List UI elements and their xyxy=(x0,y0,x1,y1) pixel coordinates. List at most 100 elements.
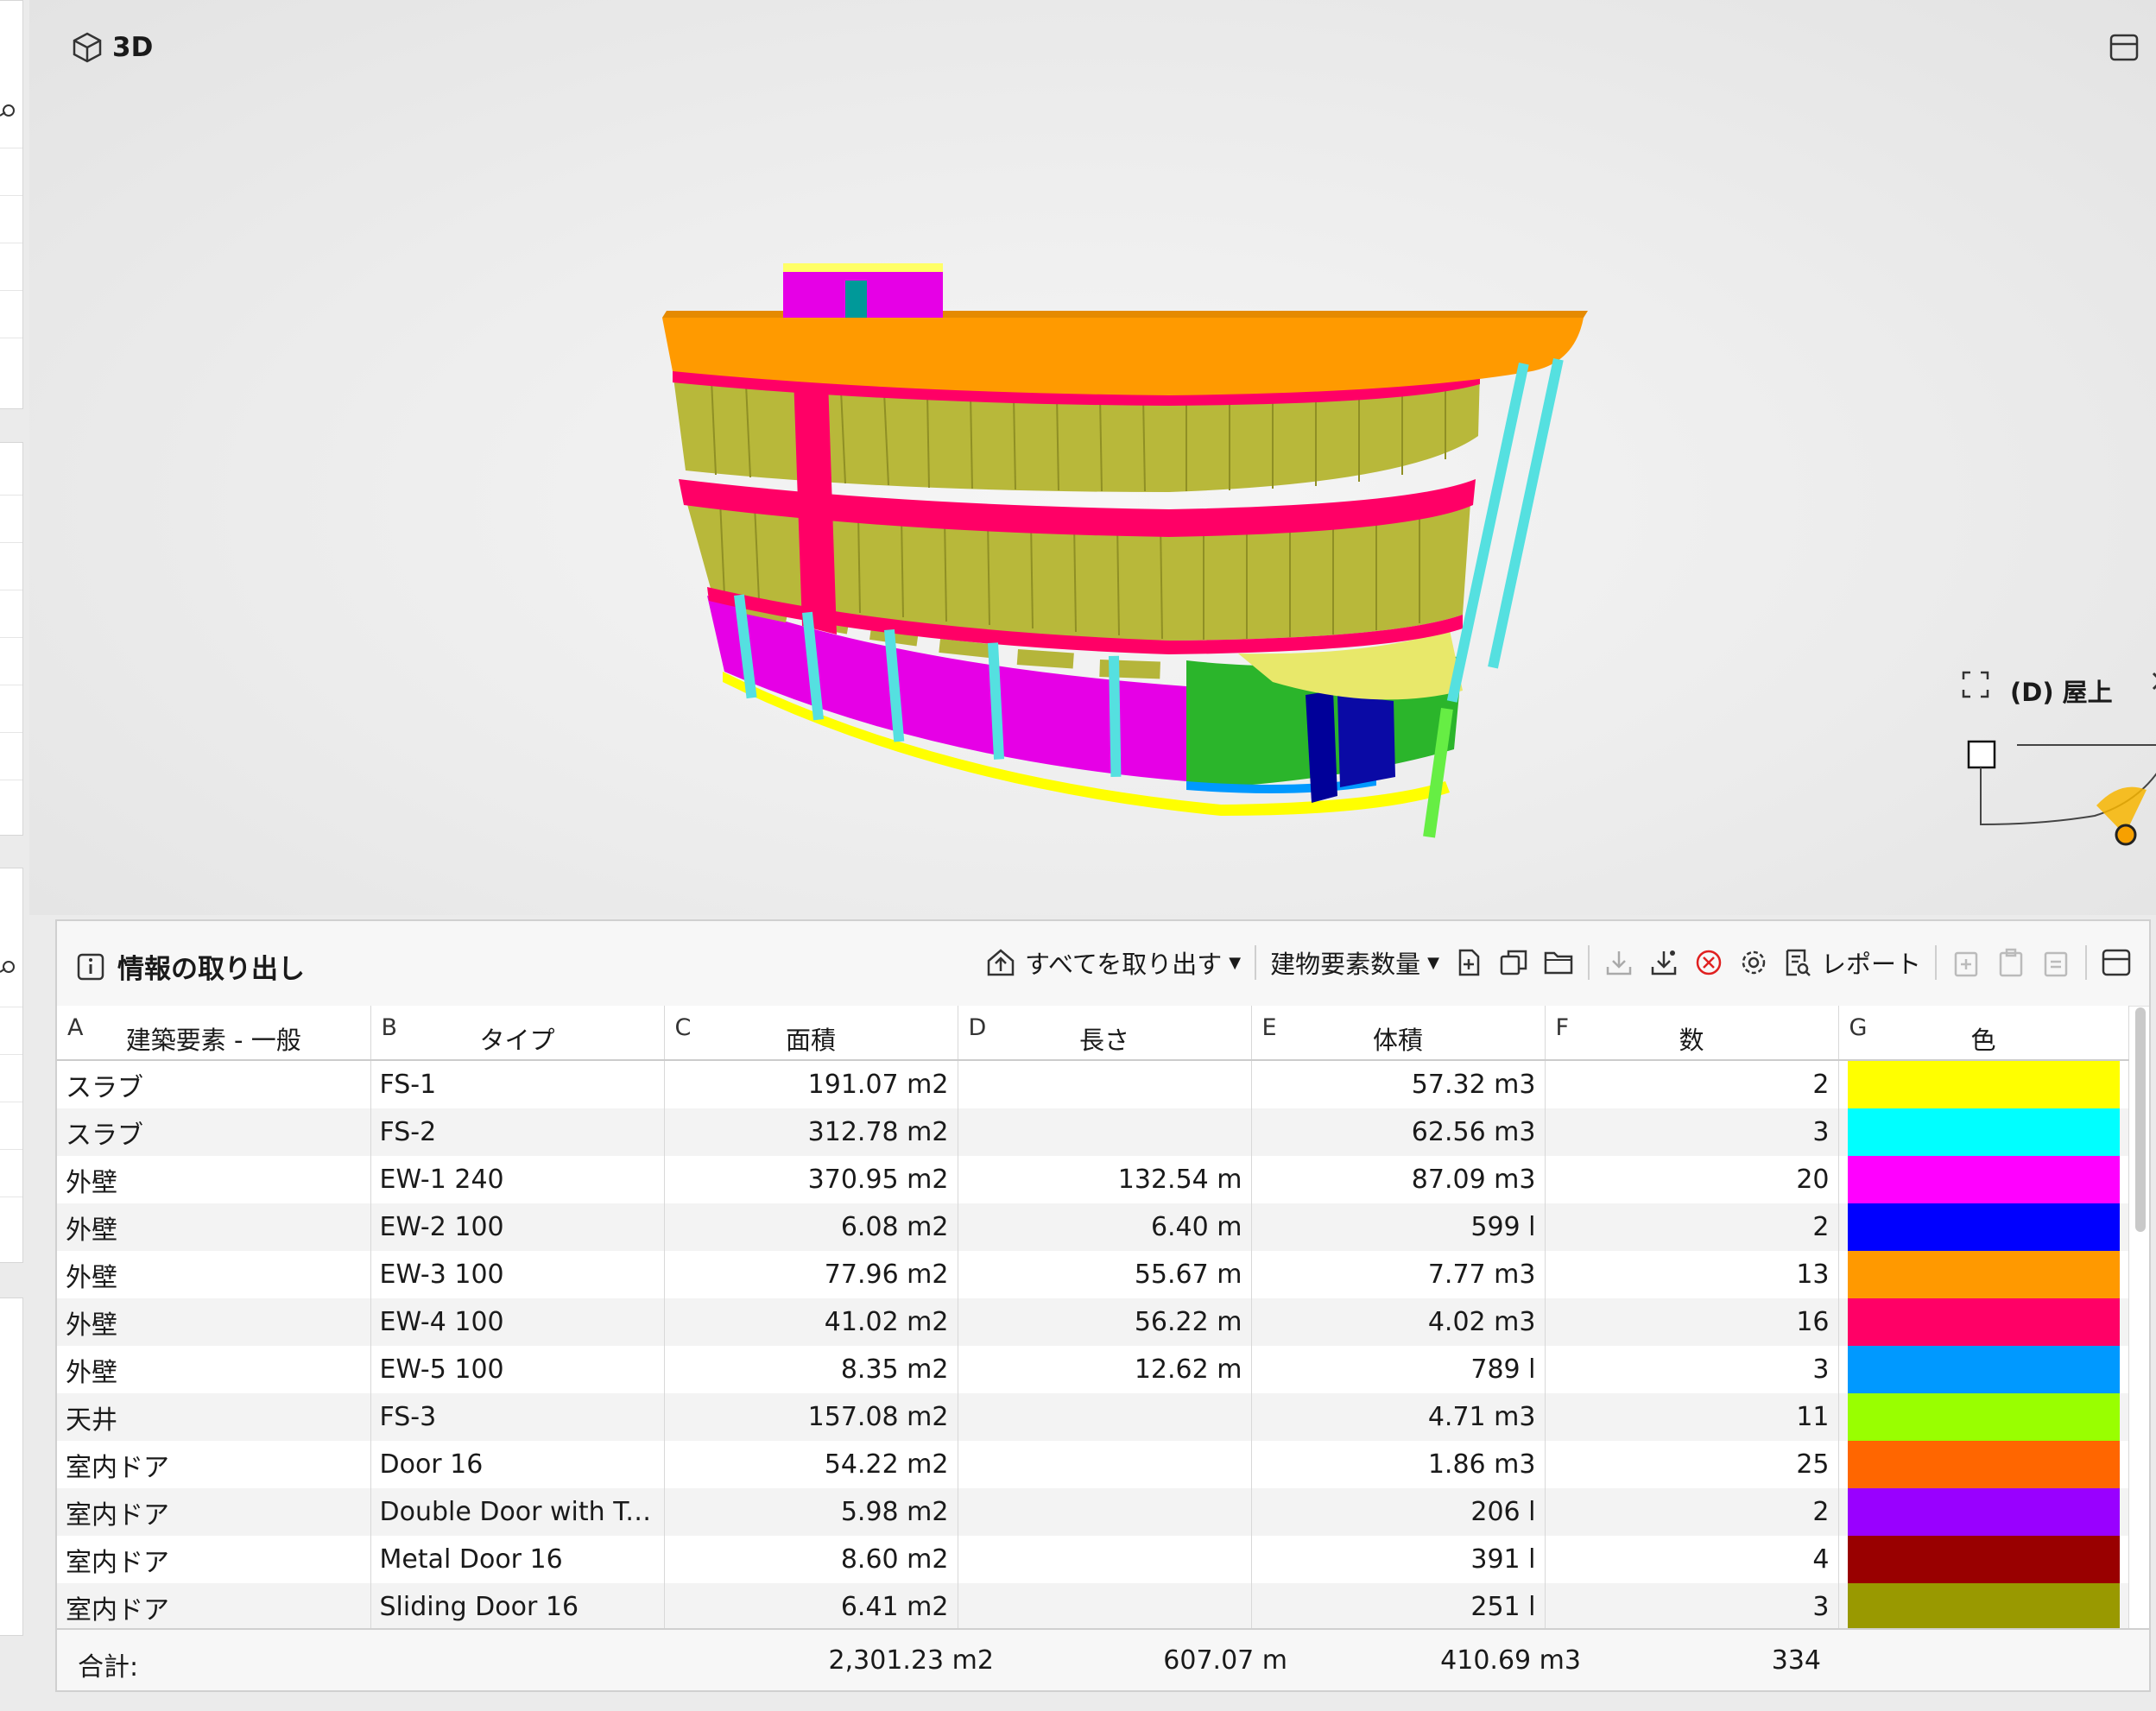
table-row[interactable]: スラブ FS-1 191.07 m2 57.32 m3 2 xyxy=(57,1060,2129,1108)
cell-color[interactable] xyxy=(1838,1156,2129,1203)
preset-label: 建物要素数量 xyxy=(1270,950,1421,979)
cell-area: 54.22 m2 xyxy=(664,1441,958,1488)
cell-color[interactable] xyxy=(1838,1441,2129,1488)
import-button[interactable] xyxy=(1596,940,1641,985)
column-header[interactable]: G色 xyxy=(1838,1006,2129,1061)
clipboard-add-icon xyxy=(1954,951,1978,977)
download-icon xyxy=(1606,951,1632,975)
cell-category: スラブ xyxy=(57,1060,371,1108)
left-panel-stub-3 xyxy=(0,868,23,1263)
cell-color[interactable] xyxy=(1838,1488,2129,1536)
column-label: 数 xyxy=(1679,1026,1704,1055)
cell-color[interactable] xyxy=(1838,1583,2129,1631)
color-swatch xyxy=(1847,1536,2120,1583)
building-model[interactable] xyxy=(29,0,2156,915)
column-header[interactable]: E 体積 xyxy=(1251,1006,1546,1061)
cell-color[interactable] xyxy=(1838,1108,2129,1156)
link-icon[interactable] xyxy=(0,959,16,975)
extraction-panel: 情報の取り出し すべてを取り出す ▼ 建物要素数量 ▼ レポート A 建築要素 … xyxy=(55,919,2151,1692)
cell-area: 370.95 m2 xyxy=(664,1156,958,1203)
color-swatch xyxy=(1847,1441,2120,1488)
table-row[interactable]: 室内ドア Double Door with Tr... 5.98 m2 206 l2 xyxy=(57,1488,2129,1536)
cell-color[interactable] xyxy=(1838,1298,2129,1346)
column-header[interactable]: B タイプ xyxy=(370,1006,665,1061)
plan-view-window[interactable]: (D) 屋上 xyxy=(1957,660,2156,876)
table-row[interactable]: スラブ FS-2 312.78 m2 62.56 m3 3 xyxy=(57,1108,2129,1156)
cell-area: 5.98 m2 xyxy=(664,1488,958,1536)
extract-icon xyxy=(987,949,1015,976)
cell-area: 312.78 m2 xyxy=(664,1108,958,1156)
table-row[interactable]: 外壁 EW-2 100 6.08 m2 6.40 m 599 l2 xyxy=(57,1203,2129,1251)
cell-length xyxy=(958,1583,1252,1631)
expand-icon[interactable] xyxy=(1960,669,1991,700)
panel-title: 情報の取り出し xyxy=(76,947,305,986)
clipboard-add-button[interactable] xyxy=(1944,940,1988,985)
scrollbar[interactable] xyxy=(2135,1007,2146,1232)
close-icon[interactable] xyxy=(2147,667,2156,695)
extract-all-label: すべてを取り出す xyxy=(1025,950,1223,979)
cell-color[interactable] xyxy=(1838,1393,2129,1441)
toolbar-divider xyxy=(1935,945,1937,980)
column-header[interactable]: C 面積 xyxy=(664,1006,958,1061)
cell-count: 25 xyxy=(1545,1441,1839,1488)
clipboard-list-button[interactable] xyxy=(2033,940,2078,985)
cell-color[interactable] xyxy=(1838,1060,2129,1108)
new-file-button[interactable] xyxy=(1446,940,1491,985)
link-icon[interactable] xyxy=(0,103,16,118)
cell-type: FS-1 xyxy=(370,1060,665,1108)
clipboard-button[interactable] xyxy=(1988,940,2033,985)
open-folder-button[interactable] xyxy=(1536,940,1581,985)
3d-viewport[interactable]: 3D (D) 屋上 xyxy=(29,0,2156,915)
column-header[interactable]: A 建築要素 - 一般 xyxy=(57,1006,371,1061)
column-header[interactable]: D 長さ xyxy=(958,1006,1252,1061)
cell-count: 2 xyxy=(1545,1060,1839,1108)
cell-volume: 57.32 m3 xyxy=(1251,1060,1546,1108)
cell-volume: 789 l xyxy=(1251,1346,1546,1393)
table-row[interactable]: 外壁 EW-4 100 41.02 m2 56.22 m 4.02 m3 16 xyxy=(57,1298,2129,1346)
cell-area: 8.35 m2 xyxy=(664,1346,958,1393)
table-row[interactable]: 外壁 EW-5 100 8.35 m2 12.62 m 789 l3 xyxy=(57,1346,2129,1393)
table-row[interactable]: 天井 FS-3 157.08 m2 4.71 m3 11 xyxy=(57,1393,2129,1441)
cell-color[interactable] xyxy=(1838,1346,2129,1393)
table-row[interactable]: 室内ドア Metal Door 16 8.60 m2 391 l4 xyxy=(57,1536,2129,1583)
table-header-row: A 建築要素 - 一般 B タイプ C 面積 D 長さ E 体積 F 数 G 色 xyxy=(57,1006,2129,1061)
table-row[interactable]: 外壁 EW-1 240 370.95 m2 132.54 m 87.09 m3 20 xyxy=(57,1156,2129,1203)
cell-color[interactable] xyxy=(1838,1251,2129,1298)
cell-count: 2 xyxy=(1545,1203,1839,1251)
color-swatch xyxy=(1847,1298,2120,1346)
report-button[interactable]: レポート xyxy=(1776,940,1928,985)
cell-category: 外壁 xyxy=(57,1203,371,1251)
cell-color[interactable] xyxy=(1838,1203,2129,1251)
settings-button[interactable] xyxy=(1731,940,1776,985)
cell-category: 外壁 xyxy=(57,1156,371,1203)
table-row[interactable]: 室内ドア Sliding Door 16 6.41 m2 251 l3 xyxy=(57,1583,2129,1631)
color-swatch xyxy=(1847,1203,2120,1251)
column-header[interactable]: F数 xyxy=(1545,1006,1839,1061)
preset-dropdown[interactable]: 建物要素数量 ▼ xyxy=(1263,940,1446,985)
toolbar-divider xyxy=(1587,945,1590,980)
panel-layout-button[interactable] xyxy=(2094,940,2139,985)
cell-count: 11 xyxy=(1545,1393,1839,1441)
column-label: タイプ xyxy=(479,1026,555,1055)
cell-volume: 87.09 m3 xyxy=(1251,1156,1546,1203)
cell-volume: 62.56 m3 xyxy=(1251,1108,1546,1156)
cell-count: 3 xyxy=(1545,1108,1839,1156)
cell-color[interactable] xyxy=(1838,1536,2129,1583)
cell-length: 12.62 m xyxy=(958,1346,1252,1393)
column-letter: G xyxy=(1849,1014,1868,1041)
table-row[interactable]: 室内ドア Door 16 54.22 m2 1.86 m3 25 xyxy=(57,1441,2129,1488)
duplicate-button[interactable] xyxy=(1491,940,1536,985)
clear-button[interactable] xyxy=(1686,940,1731,985)
table-row[interactable]: 外壁 EW-3 100 77.96 m2 55.67 m 7.77 m3 13 xyxy=(57,1251,2129,1298)
chevron-down-icon: ▼ xyxy=(1427,953,1439,972)
cell-category: 室内ドア xyxy=(57,1583,371,1631)
import-all-button[interactable] xyxy=(1641,940,1686,985)
cell-length xyxy=(958,1536,1252,1583)
extract-all-button[interactable]: すべてを取り出す ▼ xyxy=(978,940,1248,985)
color-swatch xyxy=(1847,1488,2120,1536)
total-volume: 410.69 m3 xyxy=(1440,1645,1581,1676)
plan-map[interactable] xyxy=(1965,738,2156,859)
cell-type: Sliding Door 16 xyxy=(370,1583,665,1631)
cell-area: 8.60 m2 xyxy=(664,1536,958,1583)
totals-row: 合計: 2,301.23 m2 607.07 m 410.69 m3 334 xyxy=(57,1628,2149,1690)
